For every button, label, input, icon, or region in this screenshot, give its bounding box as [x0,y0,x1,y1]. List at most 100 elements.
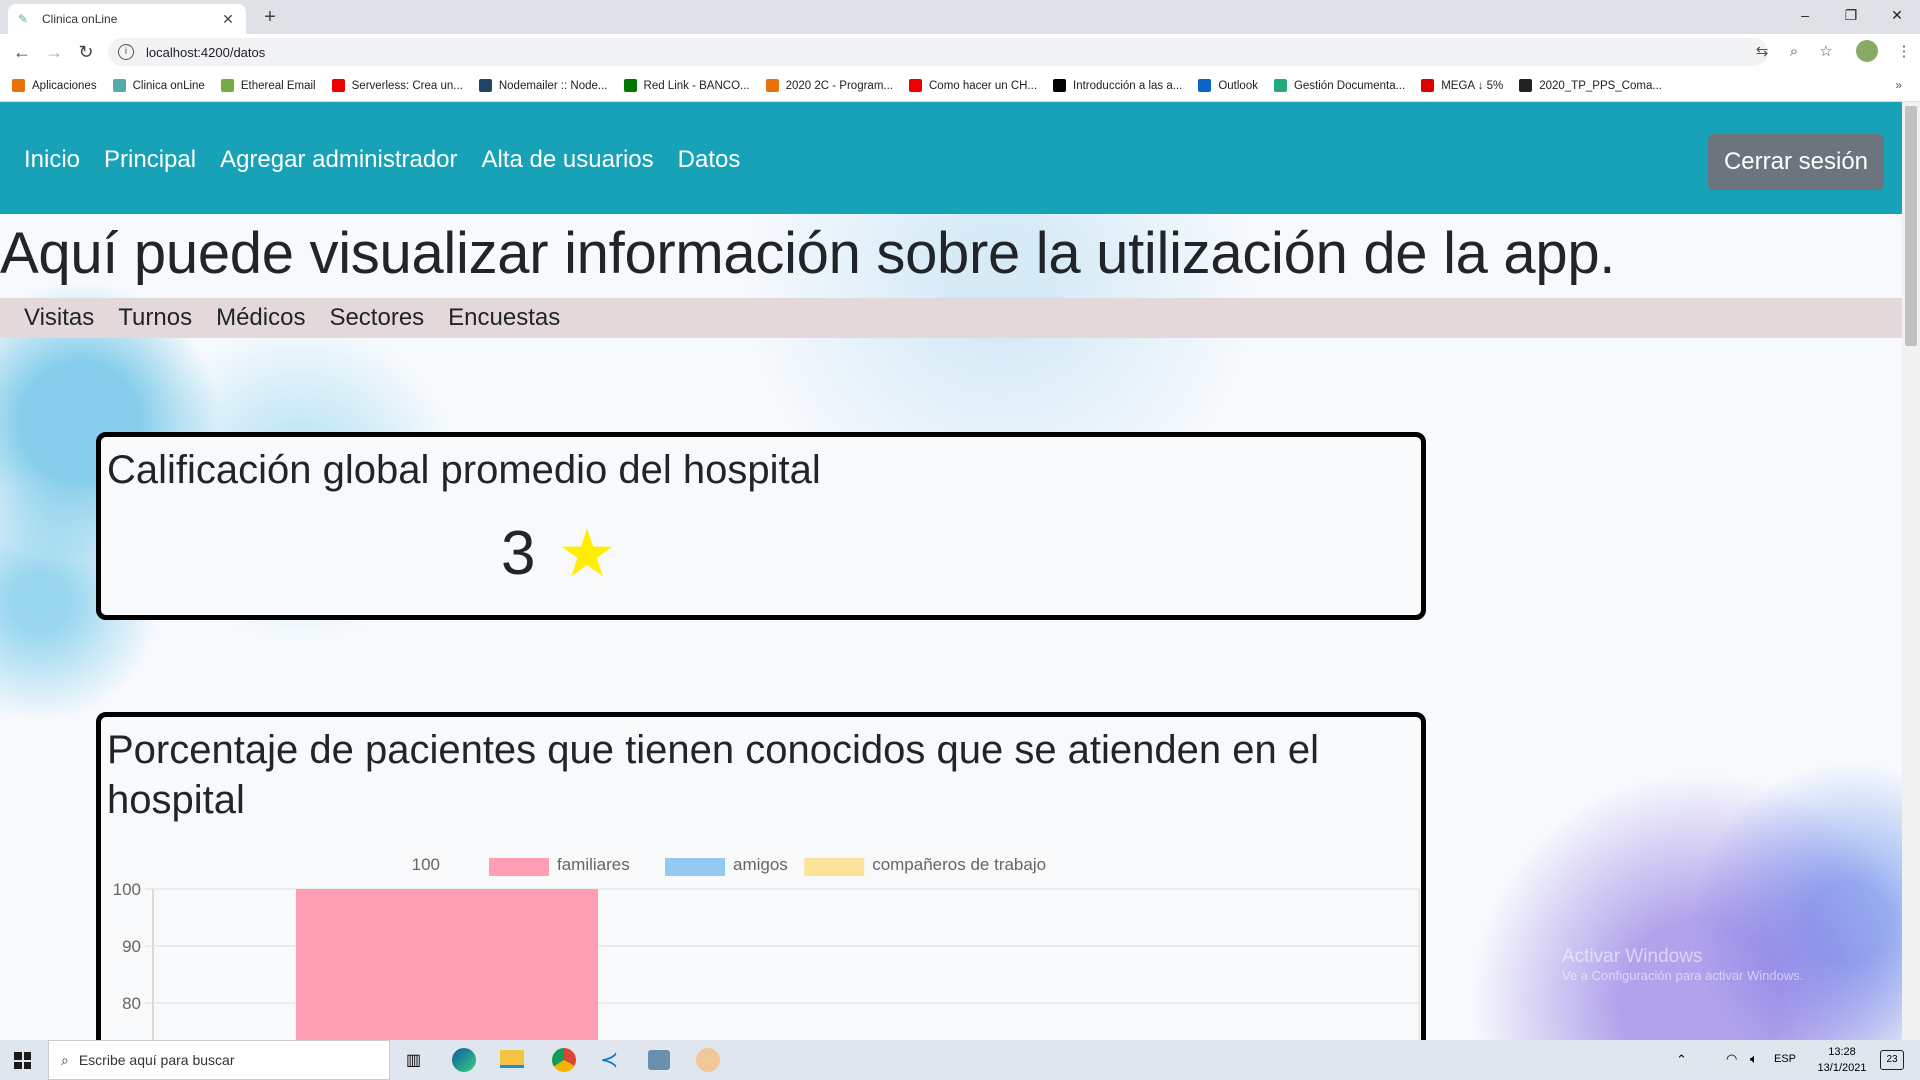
logout-button[interactable]: Cerrar sesión [1708,134,1884,190]
app-icon[interactable] [648,1050,670,1070]
bookmark-favicon-icon [1421,79,1435,92]
legend-swatch [665,858,725,876]
site-info-icon[interactable]: i [118,44,134,60]
bookmark-star-icon[interactable]: ☆ [1814,40,1838,64]
sub-navbar: Visitas Turnos Médicos Sectores Encuestas [0,298,1902,338]
clock-date: 13/1/2021 [1817,1062,1867,1074]
chart-title: 100 [412,855,440,874]
bookmark-label: Nodemailer :: Node... [498,79,608,92]
tray-chevron-icon[interactable]: ⌃ [1676,1052,1687,1068]
back-button[interactable]: ← [10,40,34,64]
task-view-icon[interactable]: ▥ [406,1050,421,1070]
edge-icon[interactable] [452,1048,476,1072]
tab-title: Clinica onLine [42,12,118,26]
legend-label: amigos [733,855,788,874]
bookmark-item[interactable]: Nodemailer :: Node... [478,79,608,92]
bookmark-item[interactable]: Como hacer un CH... [909,79,1037,92]
legend-label: familiares [557,855,630,874]
volume-icon[interactable]: 🔈︎ [1750,1051,1758,1067]
subnav-item-turnos[interactable]: Turnos [118,304,192,332]
bookmark-item[interactable]: Gestión Documenta... [1273,79,1406,92]
taskbar-search[interactable]: ⌕ Escribe aquí para buscar [48,1040,390,1080]
clock[interactable]: 13:28 13/1/2021 [1806,1044,1878,1076]
nav-link-principal[interactable]: Principal [104,146,196,174]
windows-start-icon[interactable] [14,1052,31,1069]
address-bar[interactable]: i localhost:4200/datos [108,38,1768,66]
bookmark-favicon-icon [478,79,492,92]
bookmark-item[interactable]: Introducción a las a... [1053,79,1182,92]
bar-familiares [296,889,598,1040]
rating-value: 3 [501,519,536,588]
tab-close-icon[interactable]: ✕ [220,11,236,28]
bookmark-favicon-icon [331,79,345,92]
legend-swatch [804,858,865,876]
bookmarks-more-icon[interactable]: » [1895,78,1902,92]
bar-chart: 100 familiares amigos compañeros de trabajo… [113,855,1420,1040]
subnav-item-sectores[interactable]: Sectores [329,304,424,332]
y-tick-label: 80 [122,994,141,1013]
legend-swatch [489,858,549,876]
close-window-button[interactable]: ✕ [1874,0,1920,30]
bookmark-favicon-icon [1053,79,1067,92]
nav-link-inicio[interactable]: Inicio [24,146,80,174]
nav-link-alta-de-usuarios[interactable]: Alta de usuarios [482,146,654,174]
bookmark-label: 2020_TP_PPS_Coma... [1539,79,1662,92]
reload-button[interactable]: ↻ [74,40,98,64]
bookmark-item[interactable]: Red Link - BANCO... [623,79,750,92]
chart-card-title: Porcentaje de pacientes que tienen conoc… [107,728,1320,822]
file-explorer-icon[interactable] [500,1050,524,1068]
zoom-icon[interactable]: ⌕ [1782,40,1806,64]
forward-button[interactable]: → [42,40,66,64]
profile-avatar[interactable] [1856,40,1878,62]
bookmark-favicon-icon [623,79,637,92]
url-text: localhost:4200/datos [146,44,266,60]
subnav-item-encuestas[interactable]: Encuestas [448,304,560,332]
notifications-icon[interactable]: 23 [1880,1050,1904,1070]
activation-watermark: Activar Windows Ve a Configuración para … [1562,946,1803,983]
bookmark-favicon-icon [112,79,126,92]
restore-button[interactable]: ❐ [1828,0,1874,30]
bookmark-label: Gestión Documenta... [1293,79,1406,92]
bookmark-item[interactable]: Aplicaciones [12,79,97,92]
bookmark-item[interactable]: 2020_TP_PPS_Coma... [1519,79,1662,92]
network-icon[interactable]: ◠ [1726,1051,1737,1067]
paint-icon[interactable] [696,1048,720,1072]
vscode-icon[interactable]: ≺ [600,1048,624,1072]
tab-strip: ✎ Clinica onLine ✕ + – ❐ ✕ [0,0,1920,34]
bookmark-label: 2020 2C - Program... [785,79,893,92]
bookmark-favicon-icon [765,79,779,92]
watermark-line2: Ve a Configuración para activar Windows. [1562,968,1804,983]
minimize-button[interactable]: – [1782,0,1828,30]
bookmark-item[interactable]: Ethereal Email [220,79,316,92]
bookmark-label: Ethereal Email [240,79,316,92]
subnav-item-visitas[interactable]: Visitas [24,304,94,332]
nav-link-agregar-administrador[interactable]: Agregar administrador [220,146,457,174]
translate-icon[interactable]: ⇆ [1750,40,1774,64]
page-title: Aquí puede visualizar información sobre … [0,221,1616,286]
browser-tab[interactable]: ✎ Clinica onLine ✕ [8,4,246,34]
watermark-line1: Activar Windows [1562,946,1703,967]
browser-toolbar: ← → ↻ i localhost:4200/datos ⇆ ⌕ ☆ ⋮ [0,34,1920,70]
bookmark-item[interactable]: Clinica onLine [112,79,205,92]
chrome-icon[interactable] [552,1048,576,1072]
bookmark-item[interactable]: Outlook [1198,79,1258,92]
bookmark-label: Red Link - BANCO... [643,79,750,92]
new-tab-button[interactable]: + [258,6,282,29]
scrollbar-thumb[interactable] [1905,106,1917,346]
bookmark-item[interactable]: MEGA ↓ 5% [1421,79,1503,92]
bookmark-label: MEGA ↓ 5% [1441,79,1504,92]
subnav-item-médicos[interactable]: Médicos [216,304,305,332]
language-indicator[interactable]: ESP [1774,1053,1796,1065]
bookmark-item[interactable]: 2020 2C - Program... [765,79,893,92]
bookmark-item[interactable]: Serverless: Crea un... [331,79,463,92]
star-icon: ★ [557,516,617,590]
bookmark-favicon-icon [12,79,25,92]
nav-link-datos[interactable]: Datos [678,146,741,174]
bookmark-favicon-icon [909,79,922,92]
bookmark-favicon-icon [220,79,234,92]
bookmark-label: Aplicaciones [32,79,97,92]
menu-icon[interactable]: ⋮ [1892,40,1916,64]
y-tick-label: 90 [122,937,141,956]
clinic-icon: ✎ [18,12,29,26]
bookmark-label: Serverless: Crea un... [351,79,463,92]
